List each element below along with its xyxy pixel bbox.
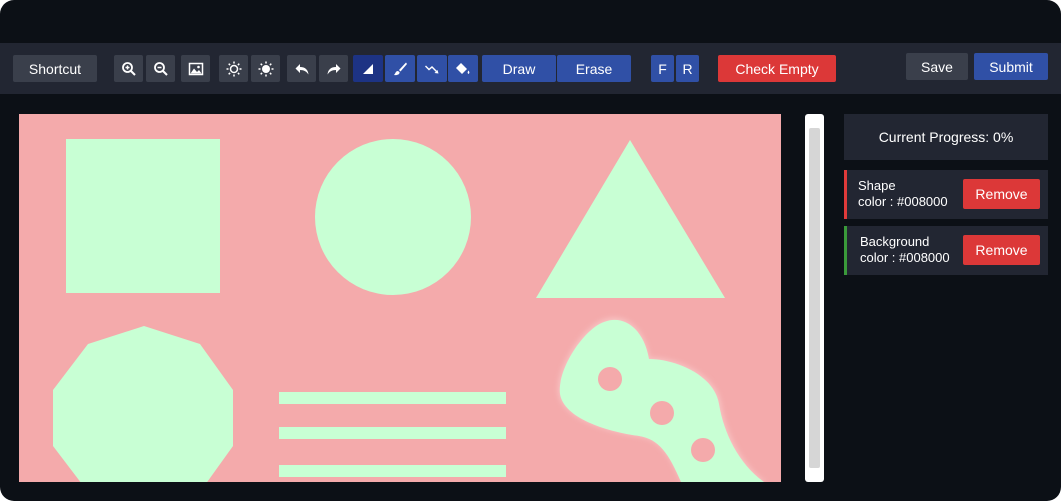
square-shape bbox=[66, 139, 220, 293]
label-accent-bar bbox=[844, 170, 847, 219]
label-name: Background bbox=[860, 234, 930, 249]
fill-icon bbox=[456, 62, 470, 74]
label-card-shape: Shape color : #008000 Remove bbox=[844, 170, 1048, 219]
label-color: color : #008000 bbox=[858, 194, 948, 209]
circle-shape bbox=[315, 139, 471, 295]
brush-icon bbox=[394, 62, 407, 75]
blob-hole-1 bbox=[598, 367, 622, 391]
blob-hole-2 bbox=[650, 401, 674, 425]
brightness-down-icon bbox=[258, 61, 273, 76]
f-button[interactable]: F bbox=[651, 55, 674, 82]
label-card-background: Background color : #008000 Remove bbox=[844, 226, 1048, 275]
label-text: Shape color : #008000 bbox=[858, 178, 968, 210]
remove-background-label-button[interactable]: Remove bbox=[963, 235, 1040, 265]
image-icon bbox=[188, 62, 203, 75]
brightness-up-icon bbox=[226, 61, 241, 76]
annotation-canvas[interactable] bbox=[19, 114, 781, 482]
line-bar-2 bbox=[279, 427, 506, 439]
polygon-tool-button[interactable] bbox=[353, 55, 383, 82]
brightness-up-button[interactable] bbox=[219, 55, 248, 82]
canvas-svg bbox=[19, 114, 781, 482]
scrollbar-thumb[interactable] bbox=[809, 128, 820, 468]
vertical-scrollbar[interactable] bbox=[805, 114, 824, 482]
line-bar-3 bbox=[279, 465, 506, 477]
save-button[interactable]: Save bbox=[906, 53, 968, 80]
zoom-in-button[interactable] bbox=[114, 55, 143, 82]
redo-icon bbox=[327, 63, 340, 74]
fill-tool-button[interactable] bbox=[448, 55, 478, 82]
line-bar-1 bbox=[279, 392, 506, 404]
progress-indicator: Current Progress: 0% bbox=[844, 114, 1048, 160]
undo-button[interactable] bbox=[287, 55, 316, 82]
polygon-tool-icon bbox=[363, 63, 373, 74]
draw-button[interactable]: Draw bbox=[482, 55, 556, 82]
blob-hole-3 bbox=[691, 438, 715, 462]
r-button[interactable]: R bbox=[676, 55, 699, 82]
erase-button[interactable]: Erase bbox=[557, 55, 631, 82]
brightness-down-button[interactable] bbox=[251, 55, 280, 82]
check-empty-button[interactable]: Check Empty bbox=[718, 55, 836, 82]
submit-button[interactable]: Submit bbox=[974, 53, 1048, 80]
label-text: Background color : #008000 bbox=[860, 234, 970, 266]
label-name: Shape bbox=[858, 178, 896, 193]
zoom-out-button[interactable] bbox=[146, 55, 175, 82]
label-accent-bar bbox=[844, 226, 847, 275]
lasso-tool-button[interactable] bbox=[417, 55, 447, 82]
undo-icon bbox=[295, 63, 308, 74]
remove-shape-label-button[interactable]: Remove bbox=[963, 179, 1040, 209]
progress-text: Current Progress: 0% bbox=[878, 129, 1014, 145]
zoom-in-icon bbox=[121, 61, 136, 76]
image-button[interactable] bbox=[181, 55, 210, 82]
lasso-icon bbox=[425, 65, 439, 73]
shortcut-button[interactable]: Shortcut bbox=[13, 55, 97, 82]
redo-button[interactable] bbox=[319, 55, 348, 82]
brush-tool-button[interactable] bbox=[385, 55, 415, 82]
zoom-out-icon bbox=[153, 61, 168, 76]
toolbar: Shortcut Draw Erase F R Check Empty Save… bbox=[0, 43, 1061, 94]
app-window: Shortcut Draw Erase F R Check Empty Save… bbox=[0, 0, 1061, 501]
label-color: color : #008000 bbox=[860, 250, 950, 265]
